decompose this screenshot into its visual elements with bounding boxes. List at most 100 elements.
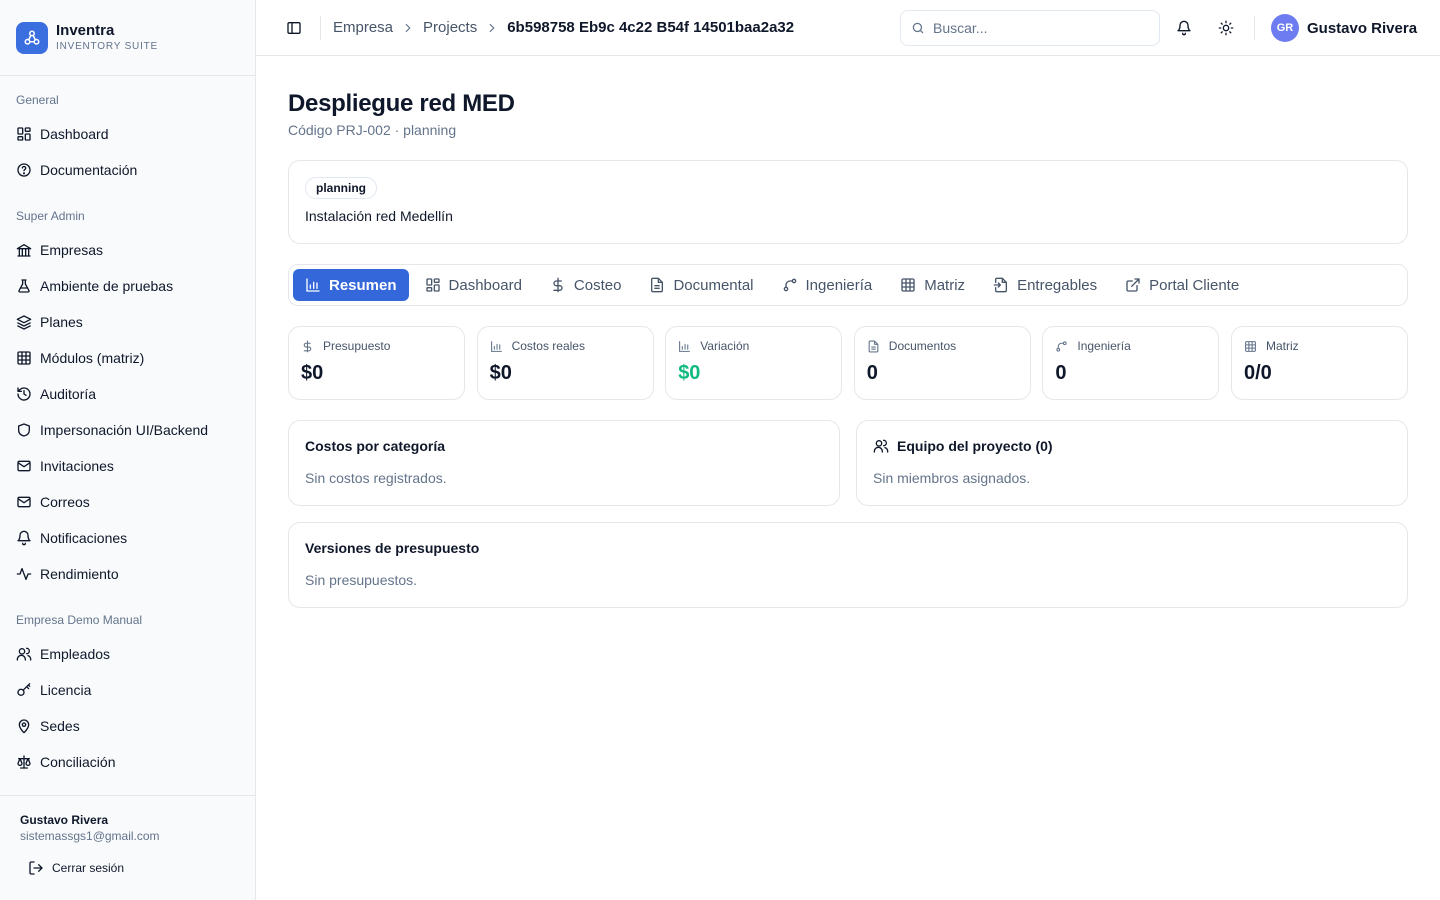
user-menu[interactable]: GR Gustavo Rivera [1271, 14, 1417, 42]
users-icon [873, 438, 889, 454]
sidebar-item-planes[interactable]: Planes [0, 304, 255, 340]
tab-entregables[interactable]: Entregables [981, 269, 1109, 301]
sidebar-item-conciliacion[interactable]: Conciliación [0, 744, 255, 780]
search-icon [911, 21, 925, 35]
sidebar-item-empleados[interactable]: Empleados [0, 636, 255, 672]
git-branch-icon [1055, 340, 1068, 353]
sidebar-footer: Gustavo Rivera sistemassgs1@gmail.com Ce… [0, 795, 255, 900]
stat-card-matriz: Matriz 0/0 [1230, 326, 1408, 400]
sidebar-item-label: Correos [40, 494, 90, 510]
brand[interactable]: Inventra INVENTORY SUITE [0, 0, 255, 76]
panel-empty-state: Sin miembros asignados. [873, 470, 1031, 486]
sidebar-item-ambiente-de-pruebas[interactable]: Ambiente de pruebas [0, 268, 255, 304]
mail-icon [16, 494, 32, 510]
stat-value: 0/0 [1243, 362, 1272, 384]
dollar-icon [301, 340, 314, 353]
search-input[interactable] [933, 20, 1133, 36]
breadcrumb-current: 6b598758 Eb9c 4c22 B54f 14501baa2a32 [507, 19, 795, 36]
sidebar-item-sedes[interactable]: Sedes [0, 708, 255, 744]
sidebar-item-documentacion[interactable]: Documentación [0, 152, 255, 188]
sidebar-item-invitaciones[interactable]: Invitaciones [0, 448, 255, 484]
breadcrumb-empresa[interactable]: Empresa [333, 19, 393, 36]
sidebar-item-impersonacion[interactable]: Impersonación UI/Backend [0, 412, 255, 448]
tab-documental[interactable]: Documental [637, 269, 765, 301]
logout-label: Cerrar sesión [52, 861, 125, 875]
chevron-right-icon [401, 21, 415, 35]
layers-icon [16, 314, 32, 330]
git-branch-icon [782, 277, 798, 293]
stat-value: $0 [489, 362, 512, 384]
sidebar-item-label: Auditoría [40, 386, 97, 402]
sidebar-toggle-button[interactable] [280, 14, 308, 42]
sidebar-item-dashboard[interactable]: Dashboard [0, 116, 255, 152]
sidebar-item-correos[interactable]: Correos [0, 484, 255, 520]
footer-user-name: Gustavo Rivera [20, 813, 109, 827]
file-text-icon [867, 340, 880, 353]
breadcrumb-projects[interactable]: Projects [423, 19, 477, 36]
help-circle-icon [16, 162, 32, 178]
sidebar-item-label: Rendimiento [40, 566, 119, 582]
sidebar-item-label: Impersonación UI/Backend [40, 422, 209, 438]
footer-user-email: sistemassgs1@gmail.com [20, 829, 160, 843]
sidebar-item-empresas[interactable]: Empresas [0, 232, 255, 268]
header-divider [1254, 16, 1255, 40]
user-menu-name: Gustavo Rivera [1307, 19, 1418, 37]
chevron-right-icon [485, 21, 499, 35]
sun-icon [1218, 20, 1234, 36]
brand-subtitle: INVENTORY SUITE [56, 41, 159, 52]
sidebar-item-label: Notificaciones [40, 530, 128, 546]
network-icon [16, 21, 48, 54]
sidebar-item-licencia[interactable]: Licencia [0, 672, 255, 708]
table-icon [1244, 340, 1257, 353]
tab-dashboard[interactable]: Dashboard [413, 269, 534, 301]
sidebar-item-notificaciones[interactable]: Notificaciones [0, 520, 255, 556]
theme-toggle-button[interactable] [1212, 14, 1240, 42]
sidebar-item-label: Sedes [40, 718, 80, 734]
project-description: Instalación red Medellín [305, 208, 453, 224]
sidebar-item-rendimiento[interactable]: Rendimiento [0, 556, 255, 592]
stat-card-documentos: Documentos 0 [853, 326, 1031, 400]
panel-title: Costos por categoría [305, 438, 446, 454]
bar-chart-icon [490, 340, 503, 353]
tab-ingenieria[interactable]: Ingeniería [770, 269, 885, 301]
tab-portal-cliente[interactable]: Portal Cliente [1113, 269, 1251, 301]
top-header: Empresa Projects 6b598758 Eb9c 4c22 B54f… [256, 0, 1440, 56]
log-out-icon [28, 860, 44, 876]
scale-icon [16, 754, 32, 770]
file-text-icon [649, 277, 665, 293]
logout-button[interactable]: Cerrar sesión [20, 860, 235, 876]
library-icon [16, 242, 32, 258]
sidebar-item-label: Conciliación [40, 754, 116, 770]
mail-icon [16, 458, 32, 474]
nav-group-title: General [16, 93, 59, 107]
sidebar-item-modulos-matriz[interactable]: Módulos (matriz) [0, 340, 255, 376]
tab-label: Portal Cliente [1149, 276, 1240, 294]
stat-label: Matriz [1265, 339, 1299, 353]
search-box[interactable] [900, 10, 1160, 46]
breadcrumb: Empresa Projects 6b598758 Eb9c 4c22 B54f… [333, 19, 794, 36]
stats-row: Presupuesto $0 Costos reales $0 Variació… [288, 326, 1408, 400]
sidebar-item-label: Módulos (matriz) [40, 350, 145, 366]
sidebar-item-label: Dashboard [40, 126, 109, 142]
table-icon [16, 350, 32, 366]
sidebar-item-auditoria[interactable]: Auditoría [0, 376, 255, 412]
notifications-button[interactable] [1170, 14, 1198, 42]
costs-by-category-panel: Costos por categoría Sin costos registra… [288, 420, 840, 506]
project-team-panel: Equipo del proyecto (0) Sin miembros asi… [856, 420, 1408, 506]
tab-resumen[interactable]: Resumen [293, 269, 409, 301]
table-icon [900, 277, 916, 293]
sidebar-item-label: Documentación [40, 162, 138, 178]
users-icon [16, 646, 32, 662]
stat-value: 0 [1055, 362, 1067, 384]
bell-icon [1176, 20, 1192, 36]
tab-matriz[interactable]: Matriz [888, 269, 977, 301]
tab-label: Documental [673, 276, 754, 294]
panel-empty-state: Sin presupuestos. [305, 572, 418, 588]
sidebar-item-label: Licencia [40, 682, 92, 698]
tab-costeo[interactable]: Costeo [538, 269, 634, 301]
panel-left-icon [286, 20, 302, 36]
stat-label: Costos reales [511, 339, 585, 353]
stat-label: Documentos [888, 339, 957, 353]
bar-chart-icon [678, 340, 691, 353]
header-divider [320, 15, 321, 40]
